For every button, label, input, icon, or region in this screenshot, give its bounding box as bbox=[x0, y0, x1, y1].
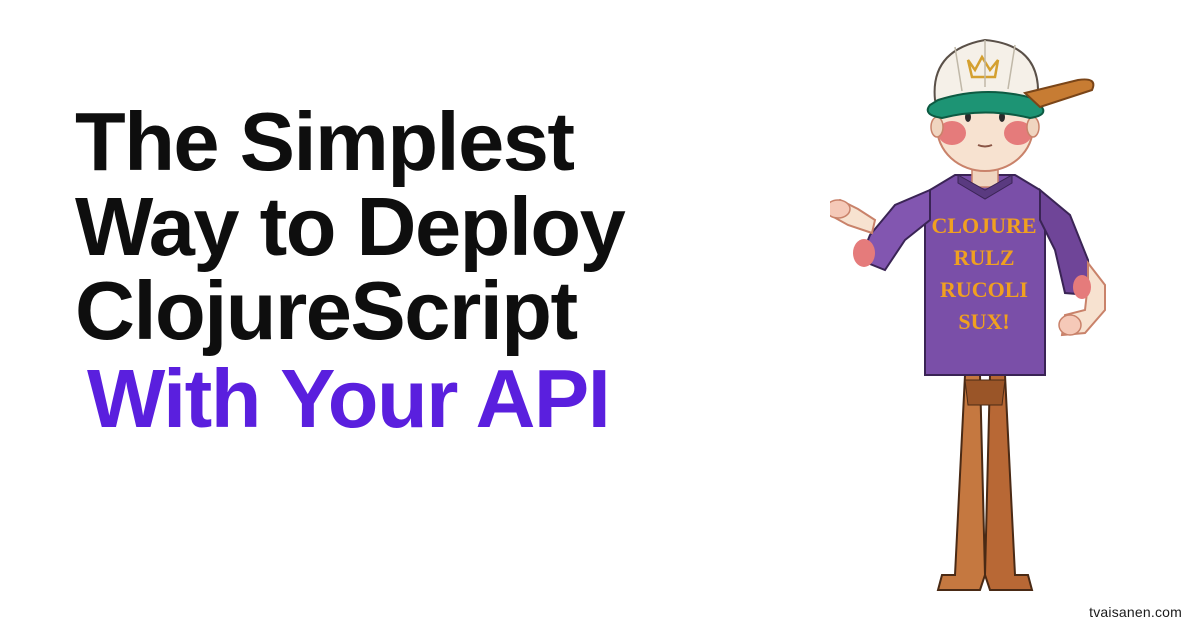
shirt-text-3: RUCOLI bbox=[940, 277, 1028, 302]
mascot-left-arm bbox=[830, 200, 875, 267]
social-card: The Simplest Way to Deploy ClojureScript… bbox=[0, 0, 1200, 630]
site-attribution: tvaisanen.com bbox=[1089, 604, 1182, 620]
mascot-shirt: CLOJURE RULZ RUCOLI SUX! bbox=[860, 175, 1090, 375]
headline-line-2: Way to Deploy bbox=[75, 185, 815, 270]
shirt-text-1: CLOJURE bbox=[931, 213, 1036, 238]
headline-accent-line: With Your API bbox=[75, 354, 815, 444]
headline-line-3: ClojureScript bbox=[75, 269, 815, 354]
mascot-legs bbox=[938, 375, 1032, 590]
headline-block: The Simplest Way to Deploy ClojureScript… bbox=[75, 100, 815, 444]
headline-line-1: The Simplest bbox=[75, 100, 815, 185]
shirt-text-4: SUX! bbox=[958, 309, 1009, 334]
mascot-cap bbox=[928, 40, 1094, 118]
shirt-text-2: RULZ bbox=[953, 245, 1014, 270]
mascot-illustration: CLOJURE RULZ RUCOLI SUX! bbox=[830, 15, 1160, 615]
